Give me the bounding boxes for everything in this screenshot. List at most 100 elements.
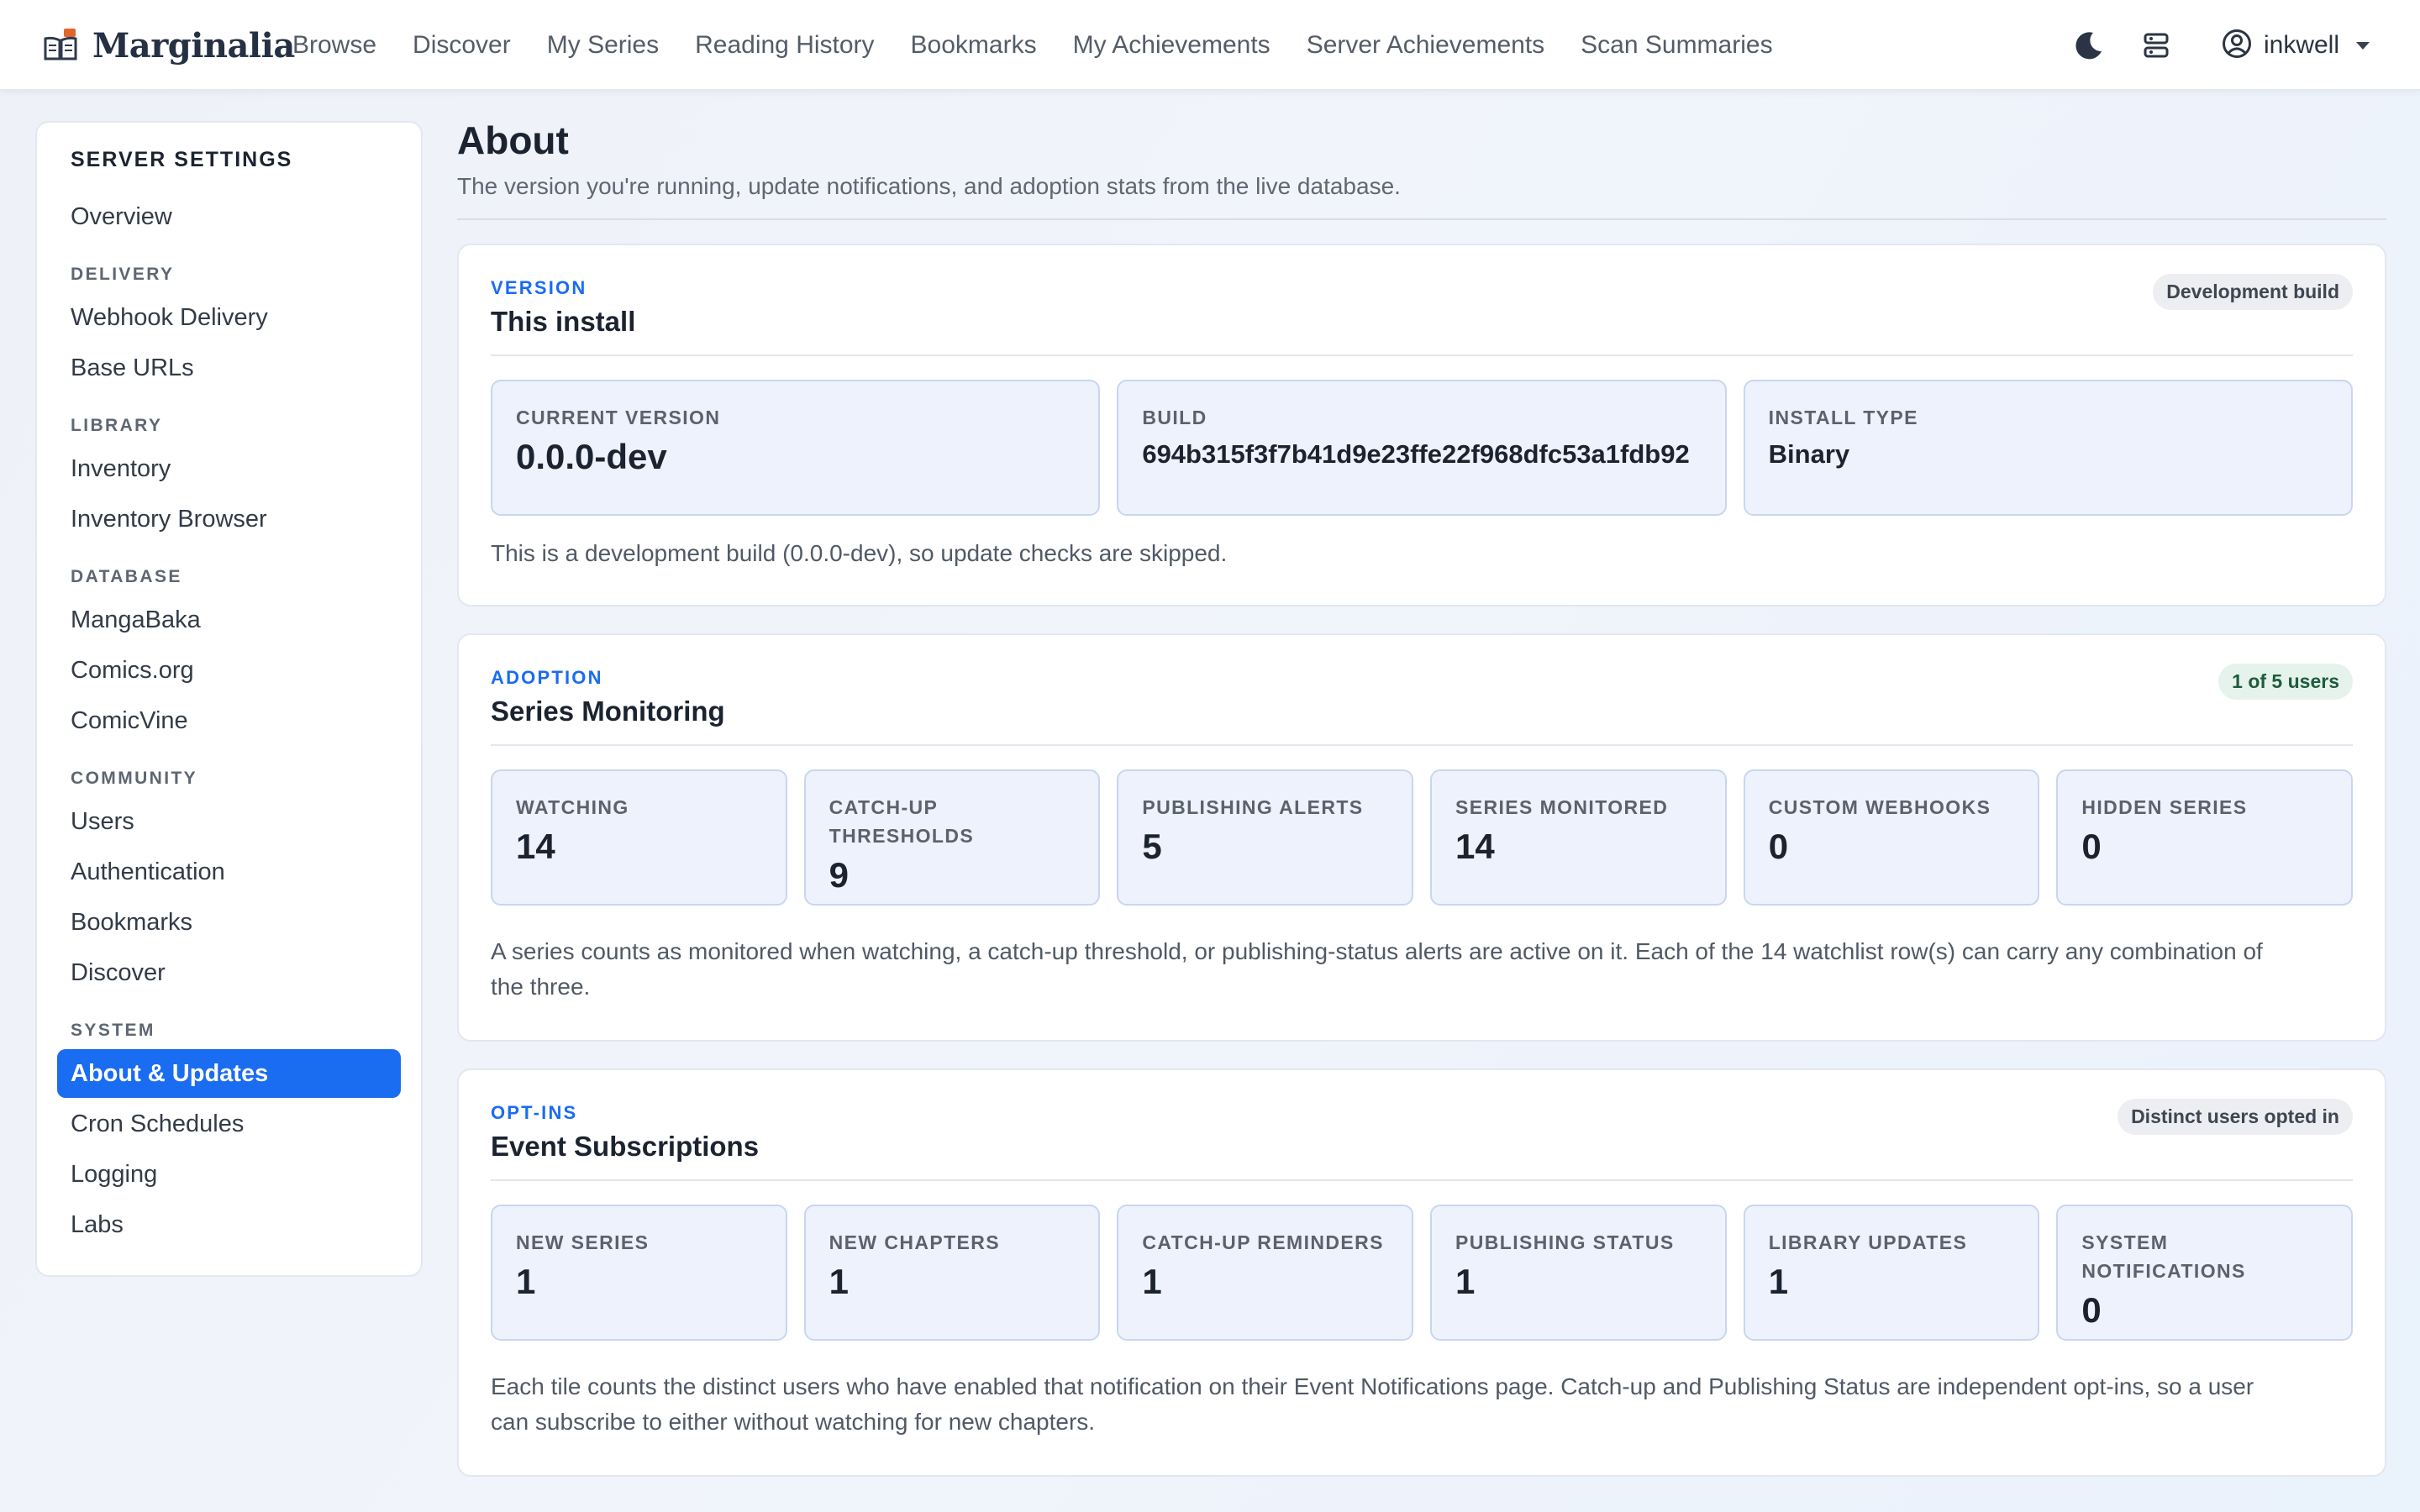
sidebar-item-mangabaka[interactable]: MangaBaka xyxy=(57,596,401,644)
divider xyxy=(457,218,2386,220)
sidebar-item-overview[interactable]: Overview xyxy=(57,192,401,241)
sidebar-item-inventory-browser[interactable]: Inventory Browser xyxy=(57,495,401,543)
card-title: Series Monitoring xyxy=(491,696,725,727)
page-subtitle: The version you're running, update notif… xyxy=(457,173,1401,199)
opt-ins-card: OPT-INS Event Subscriptions Distinct use… xyxy=(457,1068,2386,1477)
stat-tile-publishing-alerts: PUBLISHING ALERTS 5 xyxy=(1117,769,1414,906)
user-circle-icon xyxy=(2222,29,2252,63)
settings-sidebar: SERVER SETTINGS Overview DELIVERY Webhoo… xyxy=(35,121,423,1277)
nav-link-browse[interactable]: Browse xyxy=(292,31,376,60)
stat-tile-watching: WATCHING 14 xyxy=(491,769,787,906)
divider xyxy=(491,354,2353,356)
nav-link-scan-summaries[interactable]: Scan Summaries xyxy=(1581,31,1772,60)
tile-label: CATCH-UP THRESHOLDS xyxy=(829,796,975,847)
chevron-down-icon xyxy=(2356,41,2370,50)
tile-value: 1 xyxy=(1455,1262,1476,1301)
sidebar-item-bookmarks[interactable]: Bookmarks xyxy=(57,898,401,947)
stat-tile-hidden-series: HIDDEN SERIES 0 xyxy=(2056,769,2354,906)
sidebar-item-inventory[interactable]: Inventory xyxy=(57,444,401,493)
card-note: Each tile counts the distinct users who … xyxy=(491,1373,2254,1435)
sidebar-item-comicvine[interactable]: ComicVine xyxy=(57,696,401,745)
sidebar-item-labs[interactable]: Labs xyxy=(57,1200,401,1249)
nav-link-my-series[interactable]: My Series xyxy=(547,31,659,60)
tile-value: 14 xyxy=(516,827,555,866)
server-icon[interactable] xyxy=(2138,27,2175,64)
stat-tile-new-chapters: NEW CHAPTERS 1 xyxy=(803,1205,1101,1341)
opt-ins-tiles: NEW SERIES 1 NEW CHAPTERS 1 CATCH-UP REM… xyxy=(491,1205,2354,1341)
nav-link-bookmarks[interactable]: Bookmarks xyxy=(911,31,1037,60)
sidebar-group-database: DATABASE xyxy=(71,567,182,586)
stat-tile-series-monitored: SERIES MONITORED 14 xyxy=(1430,769,1727,906)
tile-value: 1 xyxy=(1768,1262,1789,1301)
tile-label: CUSTOM WEBHOOKS xyxy=(1768,796,1991,818)
page-title: About xyxy=(457,118,569,162)
tile-label: LIBRARY UPDATES xyxy=(1768,1231,1968,1253)
adoption-card: ADOPTION Series Monitoring 1 of 5 users … xyxy=(457,633,2386,1042)
sidebar-item-authentication[interactable]: Authentication xyxy=(57,848,401,896)
sidebar-group-system: SYSTEM xyxy=(71,1021,155,1040)
user-name: inkwell xyxy=(2263,31,2339,59)
divider xyxy=(491,1179,2353,1181)
tile-label: NEW CHAPTERS xyxy=(829,1231,1001,1253)
card-title: Event Subscriptions xyxy=(491,1131,760,1162)
tile-value: 0 xyxy=(2081,1290,2102,1330)
sidebar-item-comics-org[interactable]: Comics.org xyxy=(57,646,401,695)
users-count-badge: 1 of 5 users xyxy=(2218,664,2353,700)
tile-value: 694b315f3f7b41d9e23ffe22f968dfc53a1fdb92 xyxy=(1142,439,1690,469)
tile-value: Binary xyxy=(1768,439,1850,469)
card-note: A series counts as monitored when watchi… xyxy=(491,938,2263,1000)
sidebar-group-community: COMMUNITY xyxy=(71,769,198,788)
tile-value: 0 xyxy=(1768,827,1789,866)
card-note: This is a development build (0.0.0-dev),… xyxy=(491,540,1228,566)
stat-tile-catch-up-thresholds: CATCH-UP THRESHOLDS 9 xyxy=(803,769,1101,906)
sidebar-group-delivery: DELIVERY xyxy=(71,265,175,284)
user-menu[interactable]: inkwell xyxy=(2222,29,2370,63)
sidebar-item-about-updates[interactable]: About & Updates xyxy=(57,1049,401,1098)
nav-link-server-achievements[interactable]: Server Achievements xyxy=(1307,31,1544,60)
stat-tile-publishing-status: PUBLISHING STATUS 1 xyxy=(1430,1205,1727,1341)
tile-value: 0.0.0-dev xyxy=(516,437,667,476)
brand[interactable]: Marginalia xyxy=(42,24,295,67)
main-nav: Browse Discover My Series Reading Histor… xyxy=(292,0,1773,91)
tile-value: 0 xyxy=(2081,827,2102,866)
stat-tile-catch-up-reminders: CATCH-UP REMINDERS 1 xyxy=(1117,1205,1414,1341)
open-book-icon xyxy=(42,27,79,64)
sidebar-title: SERVER SETTINGS xyxy=(71,148,293,171)
tile-label: NEW SERIES xyxy=(516,1231,650,1253)
tile-label: INSTALL TYPE xyxy=(1768,407,1918,428)
moon-icon[interactable] xyxy=(2070,27,2107,64)
tile-value: 5 xyxy=(1142,827,1162,866)
sidebar-item-discover[interactable]: Discover xyxy=(57,948,401,997)
nav-link-discover[interactable]: Discover xyxy=(413,31,511,60)
card-eyebrow: VERSION xyxy=(491,277,587,298)
divider xyxy=(491,744,2353,746)
tile-value: 1 xyxy=(516,1262,536,1301)
sidebar-item-logging[interactable]: Logging xyxy=(57,1150,401,1199)
tile-label: WATCHING xyxy=(516,796,629,818)
stat-tile-install-type: INSTALL TYPE Binary xyxy=(1743,380,2353,516)
tile-value: 14 xyxy=(1455,827,1495,866)
card-eyebrow: ADOPTION xyxy=(491,667,603,688)
sidebar-item-base-urls[interactable]: Base URLs xyxy=(57,344,401,392)
stat-tile-build: BUILD 694b315f3f7b41d9e23ffe22f968dfc53a… xyxy=(1117,380,1727,516)
tile-label: CURRENT VERSION xyxy=(516,407,721,428)
tile-label: PUBLISHING STATUS xyxy=(1455,1231,1675,1253)
version-tiles: CURRENT VERSION 0.0.0-dev BUILD 694b315f… xyxy=(491,380,2353,516)
tile-label: BUILD xyxy=(1142,407,1207,428)
nav-link-reading-history[interactable]: Reading History xyxy=(695,31,874,60)
sidebar-item-users[interactable]: Users xyxy=(57,797,401,846)
adoption-tiles: WATCHING 14 CATCH-UP THRESHOLDS 9 PUBLIS… xyxy=(491,769,2354,906)
sidebar-group-library: LIBRARY xyxy=(71,416,163,435)
tile-value: 1 xyxy=(829,1262,850,1301)
sidebar-item-webhook-delivery[interactable]: Webhook Delivery xyxy=(57,293,401,342)
tile-value: 1 xyxy=(1142,1262,1162,1301)
tile-label: PUBLISHING ALERTS xyxy=(1142,796,1364,818)
version-card: VERSION This install Development build C… xyxy=(457,244,2386,606)
nav-link-my-achievements[interactable]: My Achievements xyxy=(1073,31,1270,60)
stat-tile-library-updates: LIBRARY UPDATES 1 xyxy=(1743,1205,2040,1341)
sidebar-item-cron-schedules[interactable]: Cron Schedules xyxy=(57,1100,401,1148)
brand-name: Marginalia xyxy=(92,25,295,66)
stat-tile-custom-webhooks: CUSTOM WEBHOOKS 0 xyxy=(1743,769,2040,906)
card-title: This install xyxy=(491,306,636,337)
stat-tile-current-version: CURRENT VERSION 0.0.0-dev xyxy=(491,380,1101,516)
